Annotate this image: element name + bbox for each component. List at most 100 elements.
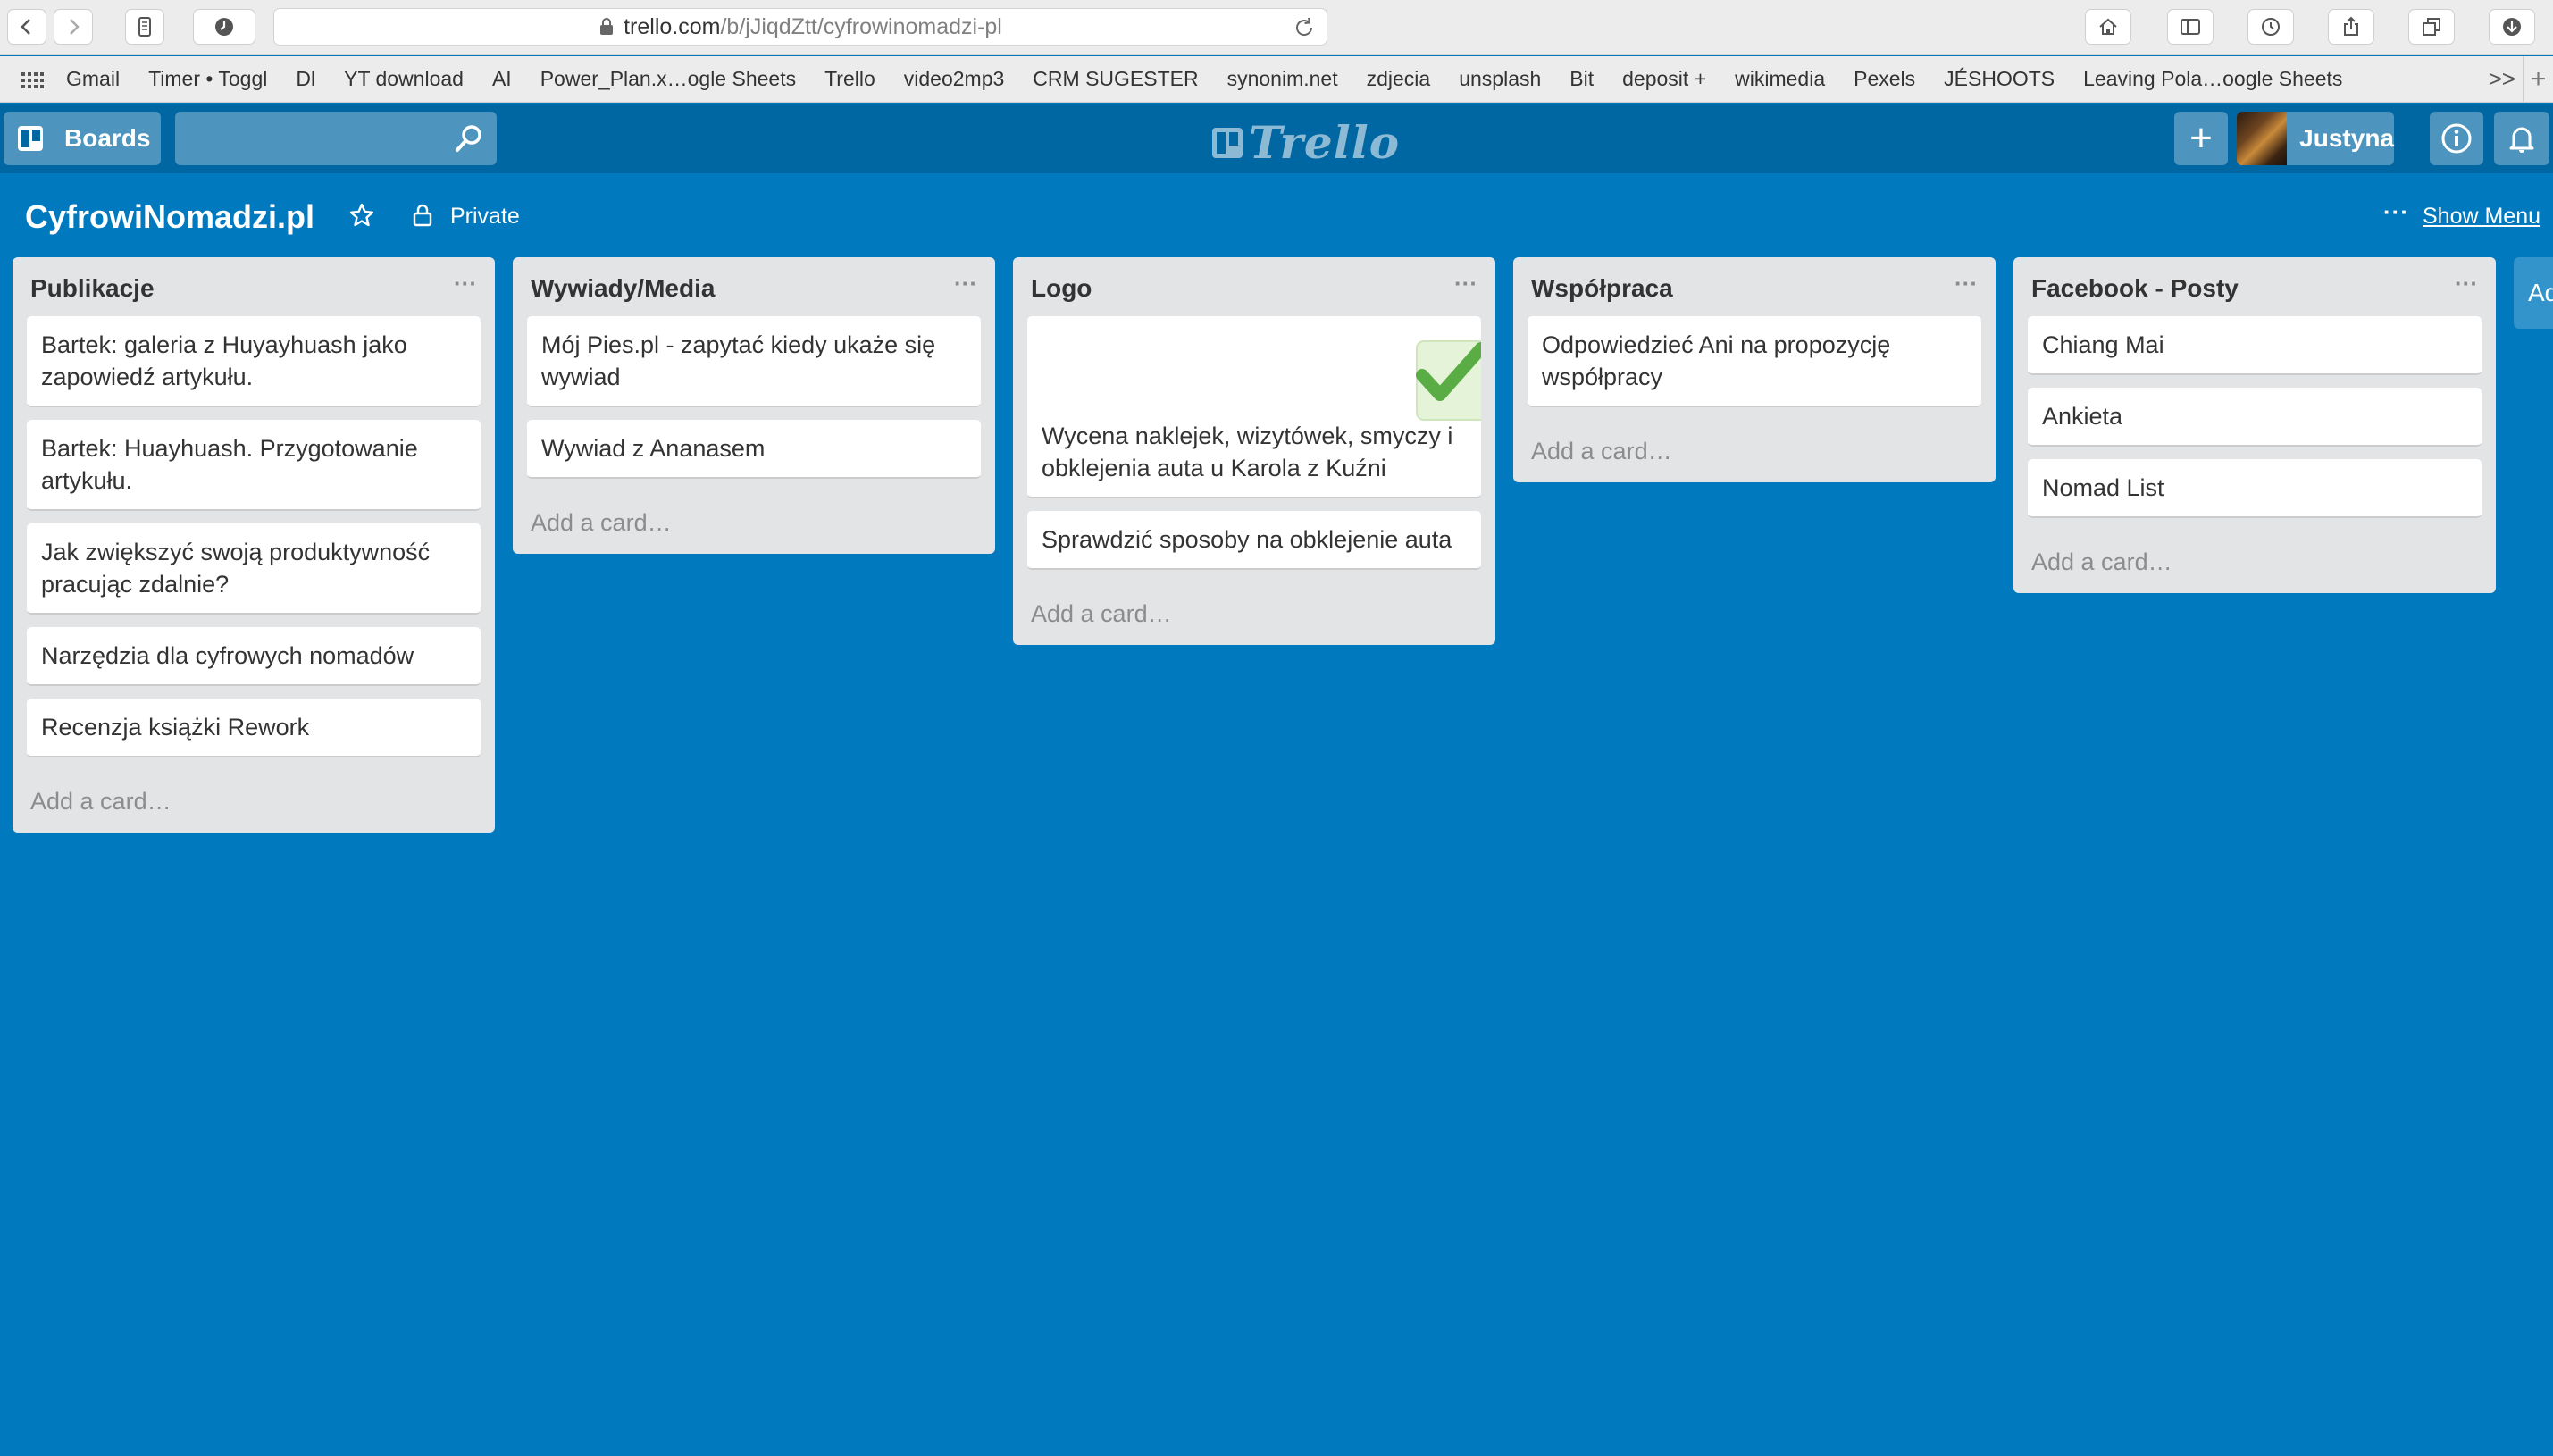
bookmarks-overflow-button[interactable]: >> xyxy=(2489,65,2515,93)
card[interactable]: Narzędzia dla cyfrowych nomadów xyxy=(27,627,481,686)
tabs-button[interactable] xyxy=(2408,9,2455,45)
reload-icon[interactable] xyxy=(1293,16,1316,39)
bookmark-item[interactable]: zdjecia xyxy=(1367,67,1431,91)
notifications-button[interactable] xyxy=(2494,112,2549,165)
card[interactable]: Jak zwiększyć swoją produktywność pracuj… xyxy=(27,523,481,615)
user-menu-button[interactable]: Justyna xyxy=(2237,112,2394,165)
info-button[interactable] xyxy=(2430,112,2483,165)
download-icon xyxy=(2503,18,2521,36)
list-wspolpraca: Współpraca ··· Odpowiedzieć Ani na propo… xyxy=(1513,257,1996,482)
sidebar-button[interactable] xyxy=(2167,9,2214,45)
bookmark-item[interactable]: Bit xyxy=(1569,67,1594,91)
url-domain: trello.com xyxy=(624,13,721,39)
bookmark-item[interactable]: Gmail xyxy=(66,67,120,91)
visibility-button[interactable]: Private xyxy=(450,204,520,230)
bookmark-item[interactable]: deposit + xyxy=(1622,67,1706,91)
clock-icon xyxy=(215,18,233,36)
share-button[interactable] xyxy=(2328,9,2374,45)
show-menu-link[interactable]: Show Menu xyxy=(2423,204,2540,230)
trello-logo[interactable]: Trello xyxy=(1211,116,1400,169)
card[interactable]: Bartek: galeria z Huyayhuash jako zapowi… xyxy=(27,316,481,407)
bookmark-item[interactable]: Timer • Toggl xyxy=(148,67,267,91)
history-button[interactable] xyxy=(193,9,255,45)
list-header: Facebook - Posty ··· xyxy=(2028,257,2482,316)
clock-outline-icon xyxy=(2262,18,2280,36)
phone-icon xyxy=(138,17,151,37)
add-card-button[interactable]: Add a card… xyxy=(527,491,981,554)
trello-logo-icon xyxy=(1212,127,1243,158)
bookmark-item[interactable]: Pexels xyxy=(1854,67,1915,91)
trello-header: Boards Trello + Justyna xyxy=(0,104,2553,173)
list-title[interactable]: Publikacje xyxy=(30,274,155,303)
bell-icon xyxy=(2509,127,2534,153)
add-card-button[interactable]: Add a card… xyxy=(1528,420,1981,482)
list-wywiady-media: Wywiady/Media ··· Mój Pies.pl - zapytać … xyxy=(513,257,995,554)
boards-icon xyxy=(18,126,43,151)
card[interactable]: Odpowiedzieć Ani na propozycję współprac… xyxy=(1528,316,1981,407)
list-menu-icon[interactable]: ··· xyxy=(454,270,477,297)
home-button[interactable] xyxy=(2085,9,2131,45)
bookmark-item[interactable]: Trello xyxy=(824,67,875,91)
card[interactable]: Recenzja książki Rework xyxy=(27,699,481,757)
sidebar-icon xyxy=(2181,19,2200,35)
bookmark-item[interactable]: Leaving Pola…oogle Sheets xyxy=(2083,67,2342,91)
card[interactable]: Chiang Mai xyxy=(2028,316,2482,375)
new-tab-button[interactable]: + xyxy=(2523,56,2553,103)
list-menu-icon[interactable]: ··· xyxy=(954,270,977,297)
list-title[interactable]: Facebook - Posty xyxy=(2031,274,2239,303)
bookmark-item[interactable]: Power_Plan.x…ogle Sheets xyxy=(540,67,796,91)
bookmark-item[interactable]: YT download xyxy=(344,67,464,91)
bookmark-item[interactable]: synonim.net xyxy=(1227,67,1338,91)
list-header: Publikacje ··· xyxy=(27,257,481,316)
list-title[interactable]: Wywiady/Media xyxy=(531,274,715,303)
add-list-label: Ad xyxy=(2528,279,2553,306)
lock-icon xyxy=(600,18,614,35)
lock-icon xyxy=(413,204,432,227)
back-button[interactable] xyxy=(7,9,46,45)
avatar xyxy=(2237,112,2288,165)
reader-button[interactable] xyxy=(125,9,164,45)
card[interactable]: Nomad List xyxy=(2028,459,2482,518)
boards-label: Boards xyxy=(64,124,151,152)
bookmark-item[interactable]: CRM SUGESTER xyxy=(1033,67,1198,91)
history-clock-button[interactable] xyxy=(2247,9,2294,45)
card[interactable]: Wywiad z Ananasem xyxy=(527,420,981,479)
tabs-icon xyxy=(2423,18,2440,36)
boards-button[interactable]: Boards xyxy=(4,112,161,165)
add-list-button[interactable]: Ad xyxy=(2514,257,2553,329)
add-button[interactable]: + xyxy=(2174,112,2228,165)
list-title[interactable]: Współpraca xyxy=(1531,274,1673,303)
apps-grid-icon[interactable] xyxy=(18,65,46,94)
card-with-cover[interactable]: Wycena naklejek, wizytówek, smyczy i obk… xyxy=(1027,316,1481,498)
card[interactable]: Bartek: Huayhuash. Przygotowanie artykuł… xyxy=(27,420,481,511)
add-card-button[interactable]: Add a card… xyxy=(2028,531,2482,593)
search-input[interactable] xyxy=(175,112,497,165)
card[interactable]: Sprawdzić sposoby na obklejenie auta xyxy=(1027,511,1481,570)
bookmark-item[interactable]: unsplash xyxy=(1459,67,1541,91)
list-header: Logo ··· xyxy=(1027,257,1481,316)
share-icon xyxy=(2344,16,2358,36)
star-icon[interactable] xyxy=(348,202,375,229)
user-name: Justyna xyxy=(2299,124,2394,152)
list-publikacje: Publikacje ··· Bartek: galeria z Huyayhu… xyxy=(13,257,495,833)
bookmark-item[interactable]: AI xyxy=(492,67,512,91)
board-title[interactable]: CyfrowiNomadzi.pl xyxy=(25,198,314,236)
search-icon xyxy=(456,125,481,152)
list-menu-icon[interactable]: ··· xyxy=(1454,270,1477,297)
downloads-button[interactable] xyxy=(2489,9,2535,45)
bookmark-item[interactable]: video2mp3 xyxy=(904,67,1005,91)
bookmark-item[interactable]: JÉSHOOTS xyxy=(1944,67,2055,91)
list-title[interactable]: Logo xyxy=(1031,274,1092,303)
address-bar[interactable]: trello.com/b/jJiqdZtt/cyfrowinomadzi-pl xyxy=(273,8,1327,46)
add-card-button[interactable]: Add a card… xyxy=(27,770,481,833)
forward-button[interactable] xyxy=(54,9,93,45)
bookmark-item[interactable]: wikimedia xyxy=(1735,67,1825,91)
bookmark-item[interactable]: Dl xyxy=(296,67,315,91)
list-logo: Logo ··· Wycena naklejek, wizytówek, smy… xyxy=(1013,257,1495,645)
card[interactable]: Ankieta xyxy=(2028,388,2482,447)
board-menu-dots-icon[interactable]: ··· xyxy=(2383,198,2409,226)
list-menu-icon[interactable]: ··· xyxy=(1955,270,1978,297)
list-menu-icon[interactable]: ··· xyxy=(2455,270,2478,297)
card[interactable]: Mój Pies.pl - zapytać kiedy ukaże się wy… xyxy=(527,316,981,407)
add-card-button[interactable]: Add a card… xyxy=(1027,582,1481,645)
